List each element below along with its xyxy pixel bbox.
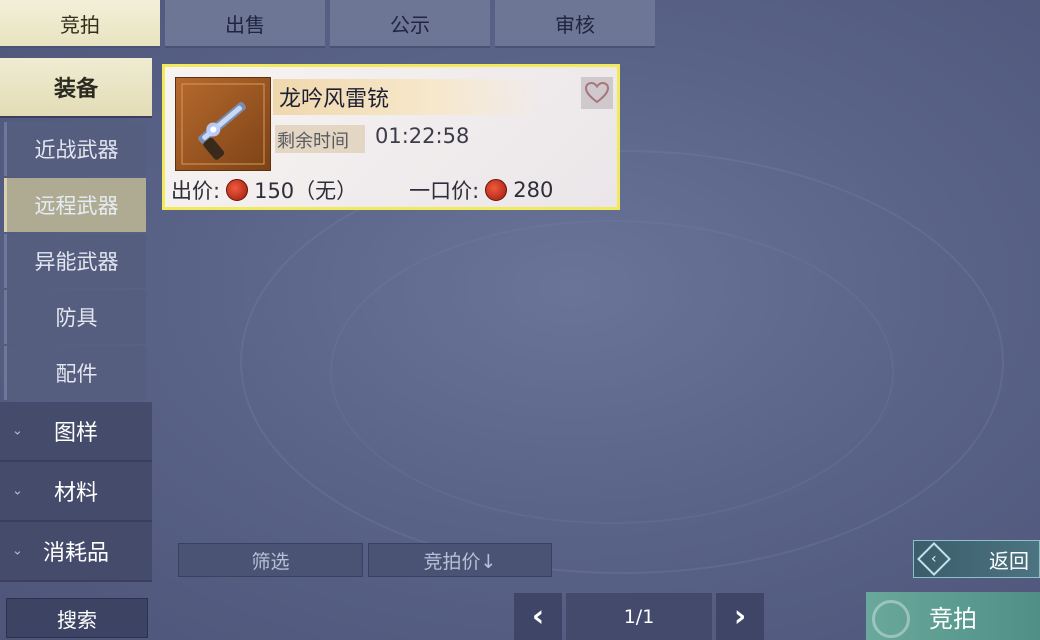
chevron-down-icon: ⌄ [12, 483, 23, 499]
bid-button-label: 竞拍 [929, 604, 977, 633]
bid-button[interactable]: 竞拍 [866, 592, 1040, 640]
search-button[interactable]: 搜索 [6, 598, 148, 638]
subcategory-accessory[interactable]: 配件 [4, 346, 146, 400]
category-label: 材料 [53, 481, 98, 506]
category-material[interactable]: ⌄ 材料 [0, 462, 152, 522]
background-decoration [330, 220, 894, 524]
chevron-down-icon: ⌄ [12, 423, 23, 439]
tab-auction[interactable]: 竞拍 [0, 0, 160, 48]
top-tab-bar: 竞拍 出售 公示 审核 [0, 0, 660, 48]
category-label: 图样 [53, 421, 98, 446]
back-arrow-icon: ‹ [917, 542, 951, 576]
remaining-time-value: 01:22:58 [375, 124, 470, 148]
filter-button[interactable]: 筛选 [178, 543, 363, 577]
page-indicator: 1/1 [566, 593, 712, 640]
item-icon [175, 77, 271, 171]
subcategory-melee[interactable]: 近战武器 [4, 122, 146, 176]
remaining-time-label: 剩余时间 [277, 131, 349, 152]
chevron-right-icon: › [733, 599, 747, 634]
tab-sell[interactable]: 出售 [165, 0, 325, 48]
item-name: 龙吟风雷铳 [279, 87, 390, 112]
favorite-button[interactable] [581, 77, 613, 109]
bid-price-label: 出价: [171, 179, 221, 203]
tab-review[interactable]: 审核 [495, 0, 655, 48]
subcategory-armor[interactable]: 防具 [4, 290, 146, 344]
category-consumable[interactable]: ⌄ 消耗品 [0, 522, 152, 582]
coin-icon [226, 179, 249, 201]
chevron-down-icon: ⌄ [12, 543, 23, 559]
sort-button[interactable]: 竞拍价↓ [368, 543, 552, 577]
subcategory-ranged[interactable]: 远程武器 [4, 178, 146, 232]
category-label: 消耗品 [42, 541, 109, 566]
next-page-button[interactable]: › [716, 593, 764, 640]
chevron-left-icon: ‹ [531, 599, 545, 634]
tab-announcement[interactable]: 公示 [330, 0, 490, 48]
swirl-decoration-icon [872, 600, 910, 638]
price-row: 出价: 150（无） 一口价: 280 [171, 175, 553, 205]
category-equipment[interactable]: 装备 [0, 58, 152, 118]
back-label: 返回 [989, 548, 1029, 573]
auction-item-card[interactable]: 龙吟风雷铳 剩余时间 01:22:58 出价: 150（无） 一口价: 280 [162, 64, 620, 210]
back-button[interactable]: ‹ 返回 [913, 540, 1040, 578]
heart-icon [585, 82, 609, 104]
category-pattern[interactable]: ⌄ 图样 [0, 402, 152, 462]
buyout-price-label: 一口价: [409, 179, 480, 203]
buyout-price-value: 280 [513, 178, 554, 202]
gun-icon [181, 83, 265, 165]
category-sidebar: 装备 近战武器 远程武器 异能武器 防具 配件 ⌄ 图样 ⌄ 材料 ⌄ 消耗品 [0, 58, 152, 582]
coin-icon [485, 179, 508, 201]
bid-price-value: 150（无） [254, 179, 358, 203]
background-decoration [240, 150, 1004, 574]
subcategory-psionic[interactable]: 异能武器 [4, 234, 146, 288]
prev-page-button[interactable]: ‹ [514, 593, 562, 640]
